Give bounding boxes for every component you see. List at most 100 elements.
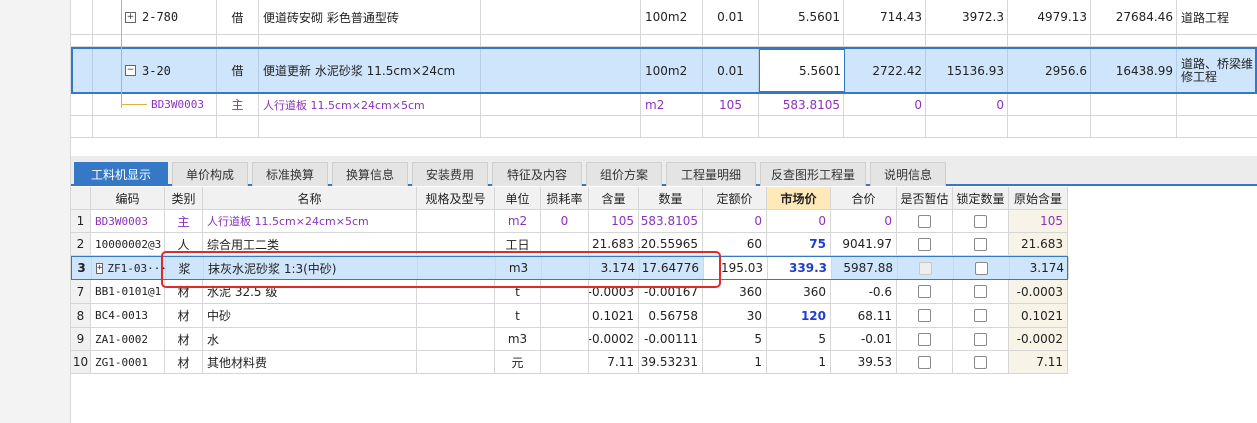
resource-type: 材 <box>165 304 203 327</box>
column-header[interactable]: 类别 <box>165 187 203 209</box>
item-price-1: 0 <box>844 94 926 115</box>
expand-toggle[interactable]: + <box>96 262 104 274</box>
tab-pricing-scheme[interactable]: 组价方案 <box>586 162 662 186</box>
column-header[interactable]: 含量 <box>589 187 639 209</box>
resource-market-price[interactable]: 1 <box>767 351 831 373</box>
item-name: 便道砖安砌 彩色普通型砖 <box>259 0 481 34</box>
column-header[interactable]: 数量 <box>639 187 703 209</box>
resource-market-price[interactable]: 75 <box>767 233 831 255</box>
tab-description[interactable]: 说明信息 <box>870 162 946 186</box>
resource-name: 水 <box>203 328 417 350</box>
provisional-checkbox[interactable] <box>918 285 931 298</box>
resource-loss-rate <box>541 280 589 303</box>
table-row[interactable]: + 2-780 借 便道砖安砌 彩色普通型砖 100m2 0.01 5.5601… <box>71 0 1257 35</box>
table-row-selected[interactable]: − 3-20 借 便道更新 水泥砂浆 11.5cm×24cm 100m2 0.0… <box>71 47 1257 94</box>
table-row[interactable]: 1 BD3W0003 主 人行道板 11.5cm×24cm×5cm m2 0 1… <box>71 210 1068 233</box>
tab-conversion-info[interactable]: 换算信息 <box>332 162 408 186</box>
tab-quantity-detail[interactable]: 工程量明细 <box>666 162 756 186</box>
resource-market-price[interactable]: 0 <box>767 210 831 232</box>
lock-quantity-checkbox[interactable] <box>974 332 987 346</box>
resource-market-price[interactable]: 120 <box>767 304 831 327</box>
item-unit: m2 <box>641 94 703 115</box>
row-number: 8 <box>71 304 91 327</box>
resource-total: 9041.97 <box>831 233 897 255</box>
column-header[interactable]: 合价 <box>831 187 897 209</box>
resource-quantity: -0.00111 <box>639 328 703 350</box>
table-header: 编码 类别 名称 规格及型号 单位 损耗率 含量 数量 定额价 市场价 合价 是… <box>71 187 1068 210</box>
tree-connector <box>121 0 122 108</box>
column-header[interactable]: 是否暂估 <box>897 187 953 209</box>
tab-unit-price-composition[interactable]: 单价构成 <box>172 162 248 186</box>
table-row[interactable]: BD3W0003 主 人行道板 11.5cm×24cm×5cm m2 105 5… <box>71 94 1257 116</box>
resource-loss-rate: 0 <box>541 210 589 232</box>
provisional-checkbox[interactable] <box>918 214 931 228</box>
resource-name: 抹灰水泥砂浆 1:3(中砂) <box>204 257 418 279</box>
resource-type: 材 <box>165 351 203 373</box>
expand-toggle[interactable]: + <box>125 11 136 23</box>
resource-content: 105 <box>589 210 639 232</box>
item-quantity: 583.8105 <box>759 94 844 115</box>
resource-quantity: -0.00167 <box>639 280 703 303</box>
tab-installation-cost[interactable]: 安装费用 <box>412 162 488 186</box>
resource-total: 68.11 <box>831 304 897 327</box>
quantity-edit-cell[interactable]: 5.5601 <box>759 49 845 92</box>
tab-standard-conversion[interactable]: 标准换算 <box>252 162 328 186</box>
resource-original-content: 0.1021 <box>1009 304 1068 327</box>
tab-labor-material-machine[interactable]: 工料机显示 <box>74 162 168 186</box>
item-price-3: 4979.13 <box>1008 0 1091 34</box>
resource-market-price[interactable]: 339.3 <box>768 257 832 279</box>
resource-original-content: 21.683 <box>1009 233 1068 255</box>
collapse-toggle[interactable]: − <box>125 65 136 76</box>
resource-quota-price: 195.03 <box>704 257 768 279</box>
provisional-checkbox[interactable] <box>918 309 931 322</box>
lock-quantity-checkbox[interactable] <box>974 309 987 322</box>
table-row[interactable]: 10 ZG1-0001 材 其他材料费 元 7.11 39.53231 1 1 … <box>71 351 1068 374</box>
table-row[interactable]: 8 BC4-0013 材 中砂 t 0.1021 0.56758 30 120 … <box>71 304 1068 328</box>
provisional-checkbox[interactable] <box>918 355 931 369</box>
column-header[interactable]: 名称 <box>203 187 417 209</box>
column-header[interactable]: 锁定数量 <box>953 187 1009 209</box>
resource-content: 0.1021 <box>589 304 639 327</box>
provisional-checkbox[interactable] <box>918 237 931 251</box>
column-header[interactable]: 原始含量 <box>1009 187 1068 209</box>
table-row[interactable]: 7 BB1-0101@1 材 水泥 32.5 级 t -0.0003 -0.00… <box>71 280 1068 304</box>
item-qty: 0.01 <box>703 0 759 34</box>
resource-total: 39.53 <box>831 351 897 373</box>
tab-reverse-graphic-quantity[interactable]: 反查图形工程量 <box>760 162 866 186</box>
tab-features-content[interactable]: 特征及内容 <box>492 162 582 186</box>
resource-original-content: 105 <box>1009 210 1068 232</box>
provisional-checkbox[interactable] <box>918 332 931 346</box>
resource-market-price[interactable]: 360 <box>767 280 831 303</box>
column-header[interactable]: 规格及型号 <box>417 187 495 209</box>
resource-spec <box>417 233 495 255</box>
column-header[interactable]: 定额价 <box>703 187 767 209</box>
lock-quantity-checkbox[interactable] <box>974 285 987 298</box>
resource-content: 21.683 <box>589 233 639 255</box>
resource-total: 0 <box>831 210 897 232</box>
resource-unit: 元 <box>495 351 541 373</box>
item-type: 借 <box>217 49 259 92</box>
resource-quota-price: 1 <box>703 351 767 373</box>
resource-spec <box>417 210 495 232</box>
lock-quantity-checkbox[interactable] <box>974 355 987 369</box>
item-name: 人行道板 11.5cm×24cm×5cm <box>259 94 481 115</box>
item-name: 便道更新 水泥砂浆 11.5cm×24cm <box>259 49 481 92</box>
resource-spec <box>417 280 495 303</box>
column-header[interactable]: 编码 <box>91 187 165 209</box>
row-number: 7 <box>71 280 91 303</box>
column-header-market-price[interactable]: 市场价 <box>767 187 831 209</box>
resource-market-price[interactable]: 5 <box>767 328 831 350</box>
column-header[interactable]: 单位 <box>495 187 541 209</box>
item-price-2: 15136.93 <box>926 49 1008 92</box>
resource-quota-price: 0 <box>703 210 767 232</box>
lock-quantity-checkbox[interactable] <box>975 261 988 275</box>
table-row[interactable]: 9 ZA1-0002 材 水 m3 -0.0002 -0.00111 5 5 -… <box>71 328 1068 351</box>
provisional-checkbox[interactable] <box>919 261 932 275</box>
table-row[interactable]: 2 10000002@3 人 综合用工二类 工日 21.683 120.5596… <box>71 233 1068 256</box>
lock-quantity-checkbox[interactable] <box>974 237 987 251</box>
resource-quota-price: 5 <box>703 328 767 350</box>
resource-quantity: 0.56758 <box>639 304 703 327</box>
lock-quantity-checkbox[interactable] <box>974 214 987 228</box>
table-row-selected[interactable]: 3 + ZF1-03··· 浆 抹灰水泥砂浆 1:3(中砂) m3 3.174 … <box>71 256 1069 280</box>
column-header[interactable]: 损耗率 <box>541 187 589 209</box>
